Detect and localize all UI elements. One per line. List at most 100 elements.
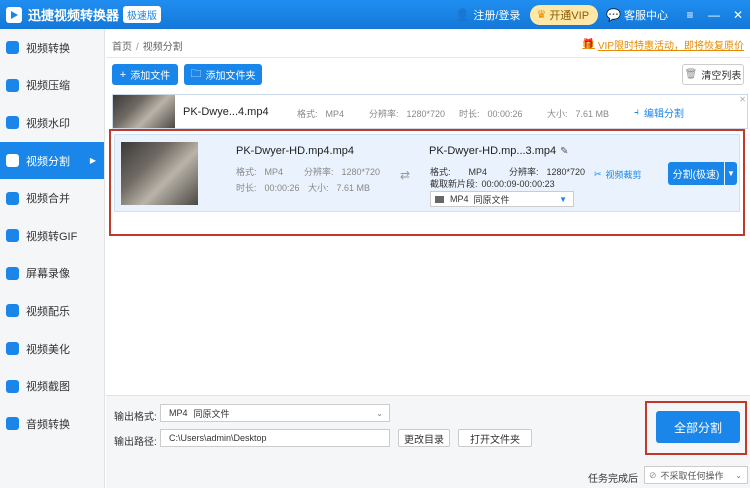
scissors-icon: ✂ bbox=[594, 169, 602, 179]
split-all-button[interactable]: 全部分割 bbox=[656, 411, 740, 443]
edit-split-button[interactable]: ⫞ 编辑分割 bbox=[634, 105, 684, 120]
change-directory-button[interactable]: 更改目录 bbox=[398, 429, 450, 447]
output-path-field[interactable]: C:\Users\admin\Desktop bbox=[160, 429, 390, 447]
sidebar-item-video-compress[interactable]: 视频压缩 bbox=[0, 67, 104, 105]
sidebar-item-label: 视频转GIF bbox=[26, 230, 78, 243]
sidebar-item-video-convert[interactable]: 视频转换 bbox=[0, 29, 104, 67]
output-name-text: PK-Dwyer-HD.mp...3.mp4 bbox=[429, 145, 557, 157]
beautify-icon bbox=[6, 342, 19, 356]
audio-convert-icon bbox=[6, 417, 19, 431]
duration-label: 时长: bbox=[459, 109, 480, 119]
merge-icon bbox=[6, 191, 19, 205]
shuffle-icon: ⇄ bbox=[400, 168, 411, 182]
sidebar-item-video-merge[interactable]: 视频合并 bbox=[0, 179, 104, 217]
sidebar-item-audio-convert[interactable]: 音频转换 bbox=[0, 405, 104, 443]
open-folder-button[interactable]: 打开文件夹 bbox=[458, 429, 532, 447]
video-convert-icon bbox=[6, 41, 19, 55]
resolution-info: 分辨率: 1280*720 bbox=[304, 165, 380, 178]
chevron-right-icon: ▶ bbox=[89, 156, 96, 166]
close-icon[interactable]: ✕ bbox=[726, 8, 750, 22]
sidebar-item-video-beautify[interactable]: 视频美化 bbox=[0, 330, 104, 368]
plus-icon: + bbox=[119, 68, 127, 81]
select-preset-value: 同原文件 bbox=[473, 194, 510, 205]
sidebar: 视频转换 视频压缩 视频水印 视频分割 ▶ 视频合并 视频转GIF 屏幕录像 视… bbox=[0, 29, 105, 488]
video-crop-label: 视频裁剪 bbox=[605, 170, 642, 180]
output-path-value: C:\Users\admin\Desktop bbox=[169, 433, 267, 443]
size-label: 大小: bbox=[308, 183, 329, 193]
app-title: 迅捷视频转换器 bbox=[28, 8, 120, 23]
output-format-value: MP4 bbox=[169, 408, 188, 418]
sidebar-item-video-to-gif[interactable]: 视频转GIF bbox=[0, 217, 104, 255]
duration-info: 时长: 00:00:26 bbox=[236, 181, 300, 194]
add-folder-label: 添加文件夹 bbox=[205, 71, 256, 82]
task-complete-dropdown[interactable]: ⊘ 不采取任何操作 ⌄ bbox=[644, 466, 748, 484]
add-folder-button[interactable]: 🗀 添加文件夹 bbox=[184, 64, 262, 85]
sidebar-item-screen-record[interactable]: 屏幕录像 bbox=[0, 255, 104, 293]
video-compress-icon bbox=[6, 78, 19, 92]
breadcrumb-home[interactable]: 首页 bbox=[112, 42, 132, 53]
customer-service-label: 客服中心 bbox=[624, 9, 668, 22]
clear-list-label: 清空列表 bbox=[701, 71, 742, 82]
sidebar-item-label: 屏幕录像 bbox=[26, 268, 70, 281]
sidebar-item-video-screenshot[interactable]: 视频截图 bbox=[0, 367, 104, 405]
watermark-icon bbox=[6, 116, 19, 130]
output-format-label: 输出格式: bbox=[114, 412, 157, 423]
menu-icon[interactable]: ≡ bbox=[678, 8, 702, 22]
output-path-label: 输出路径: bbox=[114, 437, 157, 448]
sidebar-item-label: 视频配乐 bbox=[26, 305, 70, 318]
close-icon[interactable]: ✕ bbox=[739, 95, 746, 104]
music-icon bbox=[6, 304, 19, 318]
sidebar-item-video-split[interactable]: 视频分割 ▶ bbox=[0, 141, 104, 180]
video-crop-button[interactable]: ✂ 视频裁剪 bbox=[594, 168, 642, 181]
select-format-value: MP4 bbox=[450, 194, 469, 204]
split-item-highlight: PK-Dwyer-HD.mp4.mp4 格式: MP4 分辨率: 1280*720 … bbox=[109, 129, 745, 236]
user-icon: 👤 bbox=[455, 7, 471, 22]
split-item-row[interactable]: PK-Dwyer-HD.mp4.mp4 格式: MP4 分辨率: 1280*720 … bbox=[114, 134, 740, 212]
duration-value: 00:00:26 bbox=[487, 109, 523, 119]
sidebar-item-label: 视频合并 bbox=[26, 193, 70, 206]
resolution-label: 分辨率: bbox=[509, 167, 539, 177]
promo-link[interactable]: 🎁 VIP限时特惠活动，即将恢复原价 bbox=[582, 37, 744, 52]
size-value: 7.61 MB bbox=[575, 109, 610, 119]
breadcrumb-separator: / bbox=[136, 42, 139, 53]
sidebar-item-label: 视频截图 bbox=[26, 381, 70, 394]
sidebar-item-label: 视频水印 bbox=[26, 117, 70, 130]
file-name: PK-Dwyer-HD.mp4.mp4 bbox=[236, 145, 354, 157]
file-row[interactable]: PK-Dwye...4.mp4 格式: MP4 分辨率: 1280*720 时长: 0… bbox=[112, 94, 748, 129]
chat-icon: 💬 bbox=[606, 7, 621, 22]
output-format-dropdown[interactable]: MP4 同原文件 ⌄ bbox=[160, 404, 390, 422]
task-complete-label: 任务完成后 bbox=[588, 474, 638, 485]
sidebar-item-label: 音频转换 bbox=[26, 418, 70, 431]
app-logo-icon bbox=[6, 6, 22, 23]
task-complete-value: 不采取任何操作 bbox=[660, 470, 724, 481]
video-icon bbox=[435, 195, 444, 203]
sidebar-item-video-music[interactable]: 视频配乐 bbox=[0, 292, 104, 330]
customer-service-link[interactable]: 💬 客服中心 bbox=[606, 7, 668, 23]
minimize-icon[interactable]: — bbox=[702, 8, 726, 22]
sidebar-item-video-watermark[interactable]: 视频水印 bbox=[0, 104, 104, 142]
no-action-icon: ⊘ bbox=[649, 469, 657, 480]
dropdown-arrow-icon: ▼ bbox=[559, 194, 567, 204]
folder-icon: 🗀 bbox=[190, 68, 202, 80]
format-info: 格式: MP4 bbox=[236, 165, 283, 178]
chevron-down-icon: ⌄ bbox=[735, 470, 742, 480]
clip-range-info: 截取新片段: 00:00:09-00:00:23 bbox=[430, 177, 555, 190]
split-all-highlight: 全部分割 bbox=[645, 401, 747, 455]
format-label: 格式: bbox=[297, 109, 318, 119]
pencil-icon[interactable]: ✎ bbox=[560, 146, 568, 157]
edition-badge: 极速版 bbox=[123, 6, 162, 23]
edit-split-label: 编辑分割 bbox=[644, 109, 684, 120]
login-link[interactable]: 👤 注册/登录 bbox=[455, 7, 520, 23]
add-file-button[interactable]: + 添加文件 bbox=[112, 64, 178, 85]
split-options-dropdown[interactable]: ▼ bbox=[725, 162, 737, 185]
gif-icon bbox=[6, 229, 19, 243]
duration-info: 时长: 00:00:26 bbox=[459, 107, 523, 120]
format-label: 格式: bbox=[236, 167, 257, 177]
format-info: 格式: MP4 bbox=[297, 107, 344, 120]
split-fast-button[interactable]: 分割(极速) bbox=[668, 162, 724, 185]
size-info: 大小: 7.61 MB bbox=[308, 181, 370, 194]
clear-list-button[interactable]: 🗑 清空列表 bbox=[682, 64, 744, 85]
vip-button[interactable]: ♛ 开通VIP bbox=[530, 4, 599, 25]
format-label: 格式: bbox=[430, 167, 451, 177]
output-format-select[interactable]: MP4 同原文件 ▼ bbox=[430, 191, 574, 207]
